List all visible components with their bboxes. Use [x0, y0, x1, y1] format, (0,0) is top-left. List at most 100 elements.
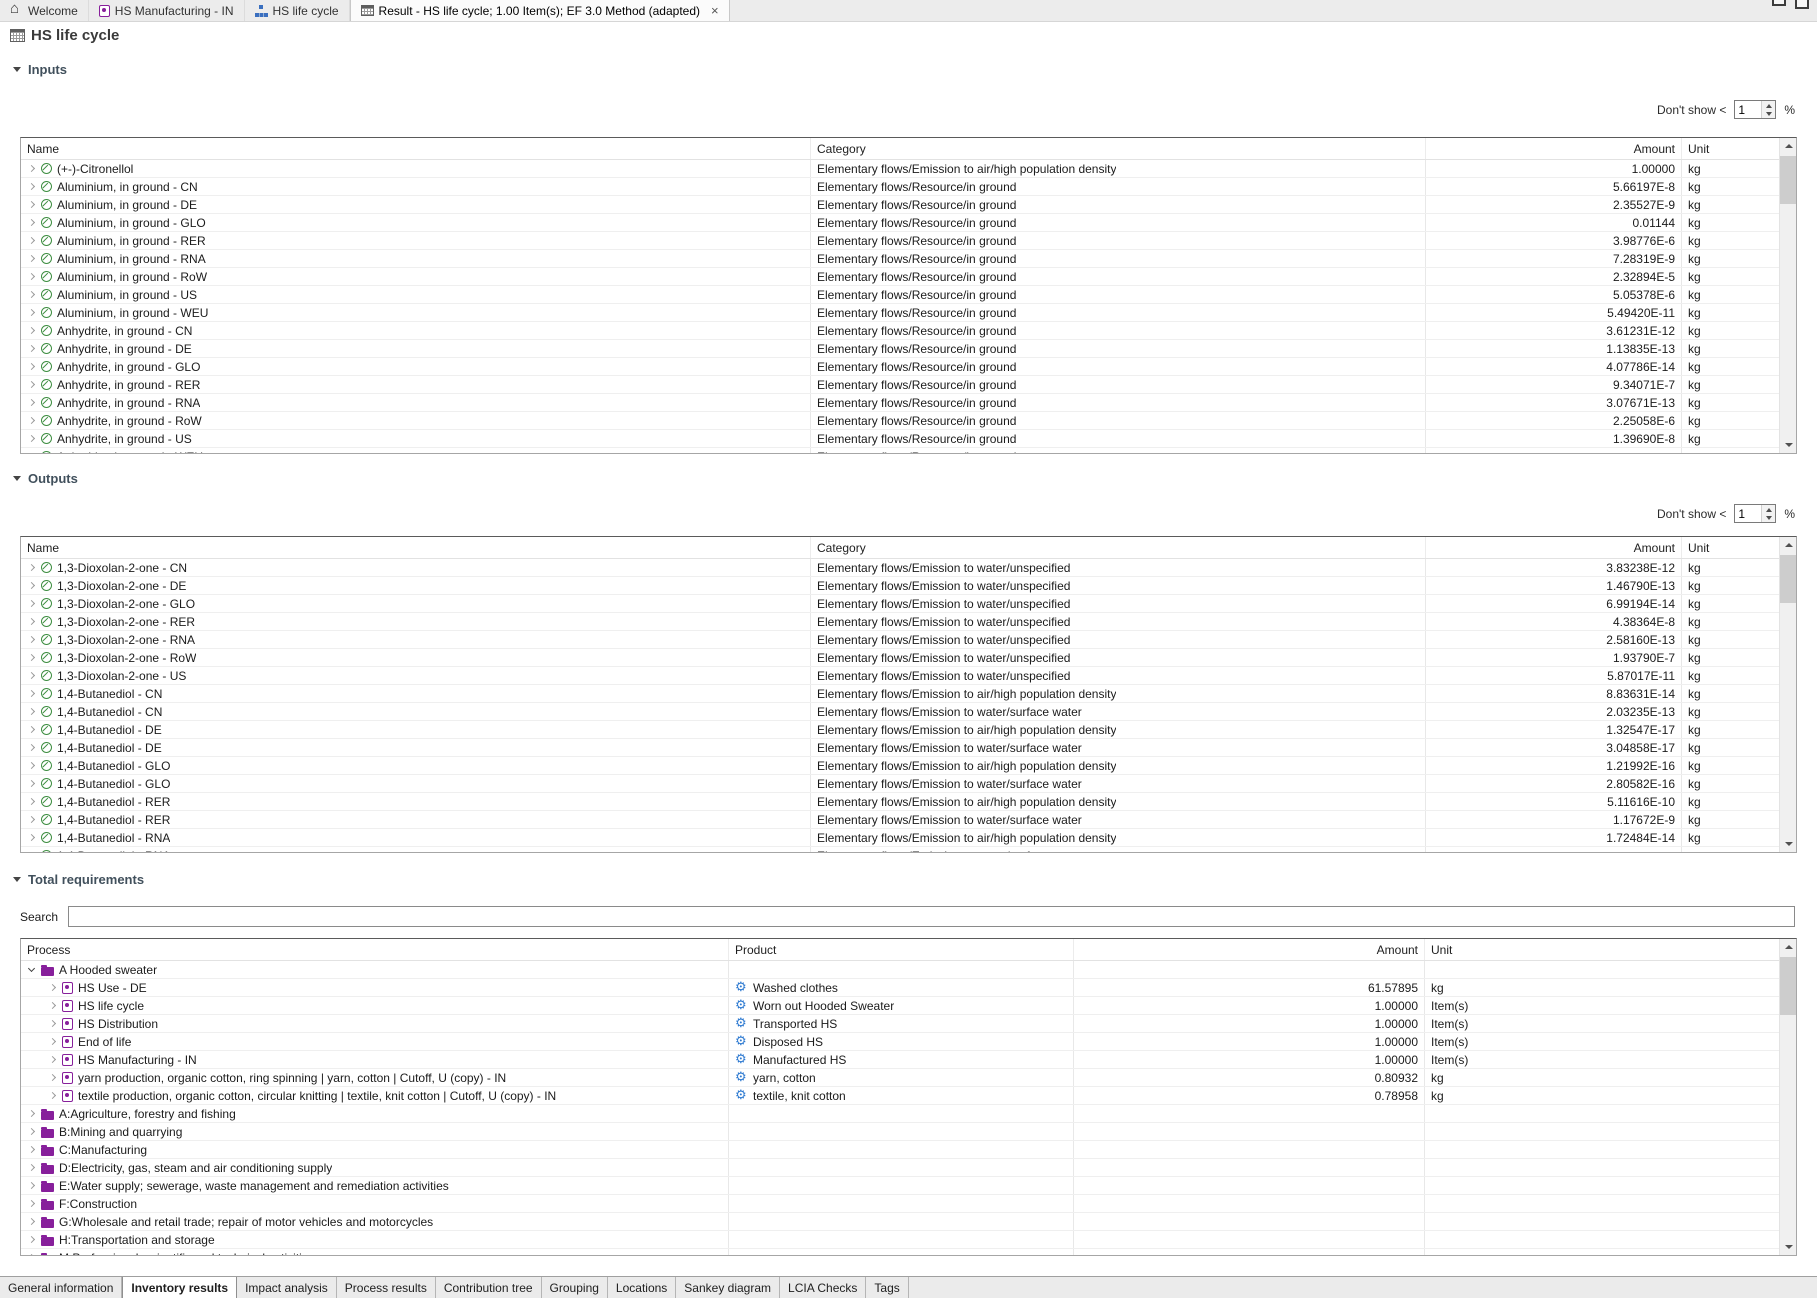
output-flow-row[interactable]: 1,4-Butanediol - GLO Elementary flows/Em…	[21, 775, 1779, 793]
minimize-view-icon[interactable]	[1772, 0, 1786, 6]
expand-chevron-icon[interactable]	[49, 1056, 56, 1063]
result-page-tab[interactable]: Grouping	[542, 1277, 608, 1298]
input-flow-row[interactable]: Anhydrite, in ground - RER Elementary fl…	[21, 376, 1779, 394]
input-flow-row[interactable]: Aluminium, in ground - RER Elementary fl…	[21, 232, 1779, 250]
scroll-down-icon[interactable]	[1780, 436, 1796, 453]
expand-chevron-icon[interactable]	[28, 708, 35, 715]
column-header-category[interactable]: Category	[811, 537, 1426, 558]
expand-chevron-icon[interactable]	[28, 816, 35, 823]
expand-chevron-icon[interactable]	[28, 600, 35, 607]
inputs-section-header[interactable]: Inputs	[13, 62, 67, 77]
column-header-name[interactable]: Name	[21, 138, 811, 159]
expand-chevron-icon[interactable]	[28, 1218, 35, 1225]
editor-tab[interactable]: HS Manufacturing - IN ×	[89, 0, 245, 21]
expand-chevron-icon[interactable]	[28, 1254, 35, 1255]
editor-tab[interactable]: Result - HS life cycle; 1.00 Item(s); EF…	[350, 0, 730, 21]
process-row[interactable]: E:Water supply; sewerage, waste manageme…	[21, 1177, 1779, 1195]
expand-chevron-icon[interactable]	[28, 762, 35, 769]
expand-chevron-icon[interactable]	[28, 965, 35, 972]
expand-chevron-icon[interactable]	[28, 1110, 35, 1117]
spinner-up-icon[interactable]	[1762, 101, 1775, 110]
output-flow-row[interactable]: 1,3-Dioxolan-2-one - CN Elementary flows…	[21, 559, 1779, 577]
expand-chevron-icon[interactable]	[28, 1200, 35, 1207]
input-flow-row[interactable]: Anhydrite, in ground - US Elementary flo…	[21, 430, 1779, 448]
expand-chevron-icon[interactable]	[28, 636, 35, 643]
input-flow-row[interactable]: (+-)-Citronellol Elementary flows/Emissi…	[21, 160, 1779, 178]
expand-chevron-icon[interactable]	[28, 309, 35, 316]
result-page-tab[interactable]: Inventory results	[122, 1277, 237, 1298]
scroll-up-icon[interactable]	[1780, 537, 1796, 554]
input-flow-row[interactable]: Aluminium, in ground - CN Elementary flo…	[21, 178, 1779, 196]
collapse-triangle-icon[interactable]	[13, 67, 21, 72]
input-flow-row[interactable]: Aluminium, in ground - GLO Elementary fl…	[21, 214, 1779, 232]
spinner-down-icon[interactable]	[1762, 110, 1775, 119]
input-flow-row[interactable]: Anhydrite, in ground - CN Elementary flo…	[21, 322, 1779, 340]
result-page-tab[interactable]: Sankey diagram	[676, 1277, 780, 1298]
scroll-down-icon[interactable]	[1780, 1238, 1796, 1255]
expand-chevron-icon[interactable]	[28, 564, 35, 571]
process-row[interactable]: A:Agriculture, forestry and fishing	[21, 1105, 1779, 1123]
input-flow-row[interactable]: Aluminium, in ground - RoW Elementary fl…	[21, 268, 1779, 286]
result-page-tab[interactable]: Contribution tree	[436, 1277, 542, 1298]
expand-chevron-icon[interactable]	[49, 1002, 56, 1009]
output-flow-row[interactable]: 1,3-Dioxolan-2-one - GLO Elementary flow…	[21, 595, 1779, 613]
vertical-scrollbar[interactable]	[1779, 939, 1796, 1255]
expand-chevron-icon[interactable]	[28, 654, 35, 661]
expand-chevron-icon[interactable]	[28, 582, 35, 589]
search-input[interactable]	[68, 906, 1795, 927]
input-flow-row[interactable]: Aluminium, in ground - RNA Elementary fl…	[21, 250, 1779, 268]
process-row[interactable]: G:Wholesale and retail trade; repair of …	[21, 1213, 1779, 1231]
expand-chevron-icon[interactable]	[28, 291, 35, 298]
expand-chevron-icon[interactable]	[49, 1038, 56, 1045]
output-flow-row[interactable]: 1,3-Dioxolan-2-one - RoW Elementary flow…	[21, 649, 1779, 667]
spinner-up-icon[interactable]	[1762, 505, 1775, 514]
result-page-tab[interactable]: General information	[0, 1277, 122, 1298]
expand-chevron-icon[interactable]	[28, 345, 35, 352]
process-row[interactable]: D:Electricity, gas, steam and air condit…	[21, 1159, 1779, 1177]
collapse-triangle-icon[interactable]	[13, 877, 21, 882]
scrollbar-thumb[interactable]	[1780, 555, 1796, 603]
input-flow-row[interactable]: Anhydrite, in ground - WEU Elementary fl…	[21, 448, 1779, 453]
expand-chevron-icon[interactable]	[28, 672, 35, 679]
expand-chevron-icon[interactable]	[49, 984, 56, 991]
scroll-up-icon[interactable]	[1780, 138, 1796, 155]
column-header-category[interactable]: Category	[811, 138, 1426, 159]
expand-chevron-icon[interactable]	[28, 435, 35, 442]
output-flow-row[interactable]: 1,3-Dioxolan-2-one - RER Elementary flow…	[21, 613, 1779, 631]
column-header-name[interactable]: Name	[21, 537, 811, 558]
expand-chevron-icon[interactable]	[28, 618, 35, 625]
output-flow-row[interactable]: 1,3-Dioxolan-2-one - US Elementary flows…	[21, 667, 1779, 685]
result-page-tab[interactable]: Locations	[608, 1277, 676, 1298]
maximize-view-icon[interactable]	[1795, 0, 1809, 9]
expand-chevron-icon[interactable]	[49, 1020, 56, 1027]
output-flow-row[interactable]: 1,4-Butanediol - GLO Elementary flows/Em…	[21, 757, 1779, 775]
output-flow-row[interactable]: 1,4-Butanediol - RER Elementary flows/Em…	[21, 811, 1779, 829]
expand-chevron-icon[interactable]	[28, 726, 35, 733]
result-page-tab[interactable]: LCIA Checks	[780, 1277, 866, 1298]
output-flow-row[interactable]: 1,4-Butanediol - RNA Elementary flows/Em…	[21, 829, 1779, 847]
expand-chevron-icon[interactable]	[28, 1236, 35, 1243]
input-flow-row[interactable]: Anhydrite, in ground - GLO Elementary fl…	[21, 358, 1779, 376]
result-page-tab[interactable]: Impact analysis	[237, 1277, 337, 1298]
output-flow-row[interactable]: 1,4-Butanediol - RNA Elementary flows/Em…	[21, 847, 1779, 852]
process-row[interactable]: M:Professional, scientific and technical…	[21, 1249, 1779, 1255]
process-row[interactable]: A Hooded sweater	[21, 961, 1779, 979]
expand-chevron-icon[interactable]	[28, 363, 35, 370]
total-requirements-section-header[interactable]: Total requirements	[13, 872, 144, 887]
expand-chevron-icon[interactable]	[28, 690, 35, 697]
column-header-unit[interactable]: Unit	[1425, 939, 1796, 960]
process-row[interactable]: F:Construction	[21, 1195, 1779, 1213]
expand-chevron-icon[interactable]	[28, 255, 35, 262]
expand-chevron-icon[interactable]	[49, 1074, 56, 1081]
expand-chevron-icon[interactable]	[28, 165, 35, 172]
column-header-process[interactable]: Process	[21, 939, 729, 960]
expand-chevron-icon[interactable]	[28, 183, 35, 190]
output-flow-row[interactable]: 1,4-Butanediol - DE Elementary flows/Emi…	[21, 739, 1779, 757]
cutoff-input[interactable]	[1735, 101, 1761, 118]
scrollbar-thumb[interactable]	[1780, 957, 1796, 1015]
expand-chevron-icon[interactable]	[28, 744, 35, 751]
expand-chevron-icon[interactable]	[28, 1182, 35, 1189]
cutoff-input[interactable]	[1735, 505, 1761, 522]
input-flow-row[interactable]: Aluminium, in ground - WEU Elementary fl…	[21, 304, 1779, 322]
outputs-section-header[interactable]: Outputs	[13, 471, 78, 486]
